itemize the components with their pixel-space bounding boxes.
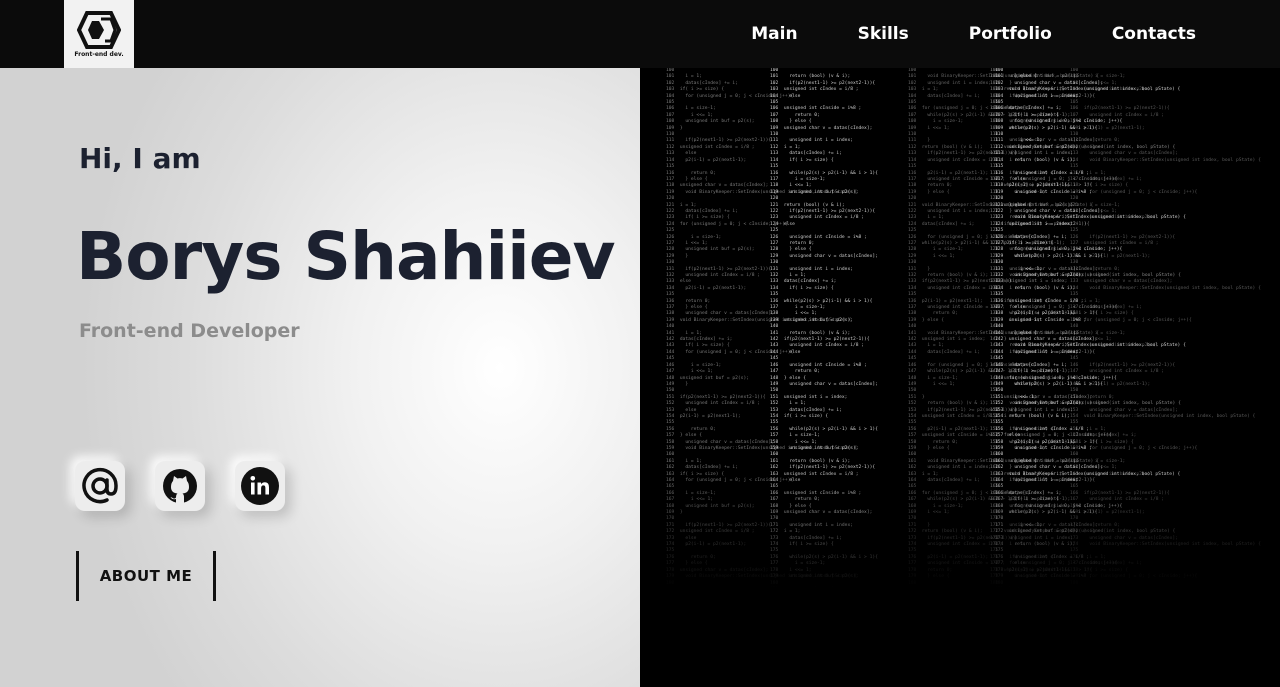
- logo-mark-icon: [77, 10, 121, 49]
- at-sign-icon: [82, 467, 118, 504]
- logo-caption: Front-end dev.: [74, 50, 124, 58]
- code-fade-overlay: [640, 467, 1280, 687]
- hero-intro: Hi, I am Borys Shahiiev Front-end Develo…: [0, 68, 640, 687]
- social-links: [75, 461, 315, 511]
- top-navigation-bar: Front-end dev. Main Skills Portfolio Con…: [0, 0, 1280, 68]
- linkedin-icon: [241, 467, 279, 505]
- main-nav: Main Skills Portfolio Contacts: [691, 0, 1196, 68]
- github-link[interactable]: [155, 461, 205, 511]
- github-icon: [163, 469, 197, 503]
- nav-link-main[interactable]: Main: [751, 24, 797, 44]
- site-logo[interactable]: Front-end dev.: [64, 0, 134, 68]
- nav-link-portfolio[interactable]: Portfolio: [969, 24, 1052, 44]
- nav-link-contacts[interactable]: Contacts: [1112, 24, 1196, 44]
- greeting-text: Hi, I am: [79, 142, 201, 175]
- code-background-image: 100 101 i = 1; 102 datas[cIndex] += i; 1…: [640, 68, 1280, 687]
- linkedin-link[interactable]: [235, 461, 285, 511]
- hero-name: Borys Shahiiev: [76, 218, 616, 295]
- email-link[interactable]: [75, 461, 125, 511]
- hero-role: Front-end Developer: [79, 320, 300, 342]
- about-me-button[interactable]: ABOUT ME: [76, 551, 216, 601]
- nav-link-skills[interactable]: Skills: [858, 24, 909, 44]
